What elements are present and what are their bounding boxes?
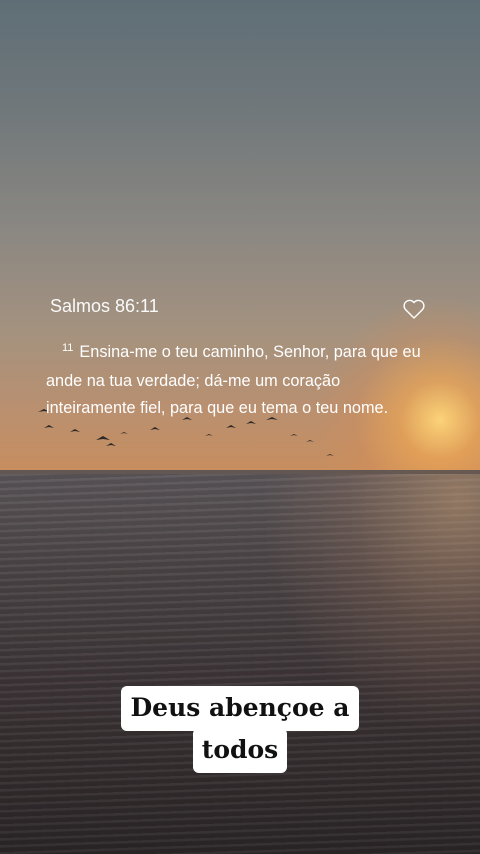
heart-outline-icon[interactable]: [402, 298, 426, 320]
verse-text-block: 11 Ensina-me o teu caminho, Senhor, para …: [46, 339, 426, 422]
verse-number: 11: [62, 342, 74, 354]
verse-reference: Salmos 86:11: [50, 296, 159, 316]
caption-line-2: todos: [192, 728, 288, 773]
caption-overlay: Deus abençoe a todos: [0, 686, 480, 773]
verse-text: Ensina-me o teu caminho, Senhor, para qu…: [46, 343, 421, 417]
caption-line-1: Deus abençoe a: [121, 686, 359, 731]
